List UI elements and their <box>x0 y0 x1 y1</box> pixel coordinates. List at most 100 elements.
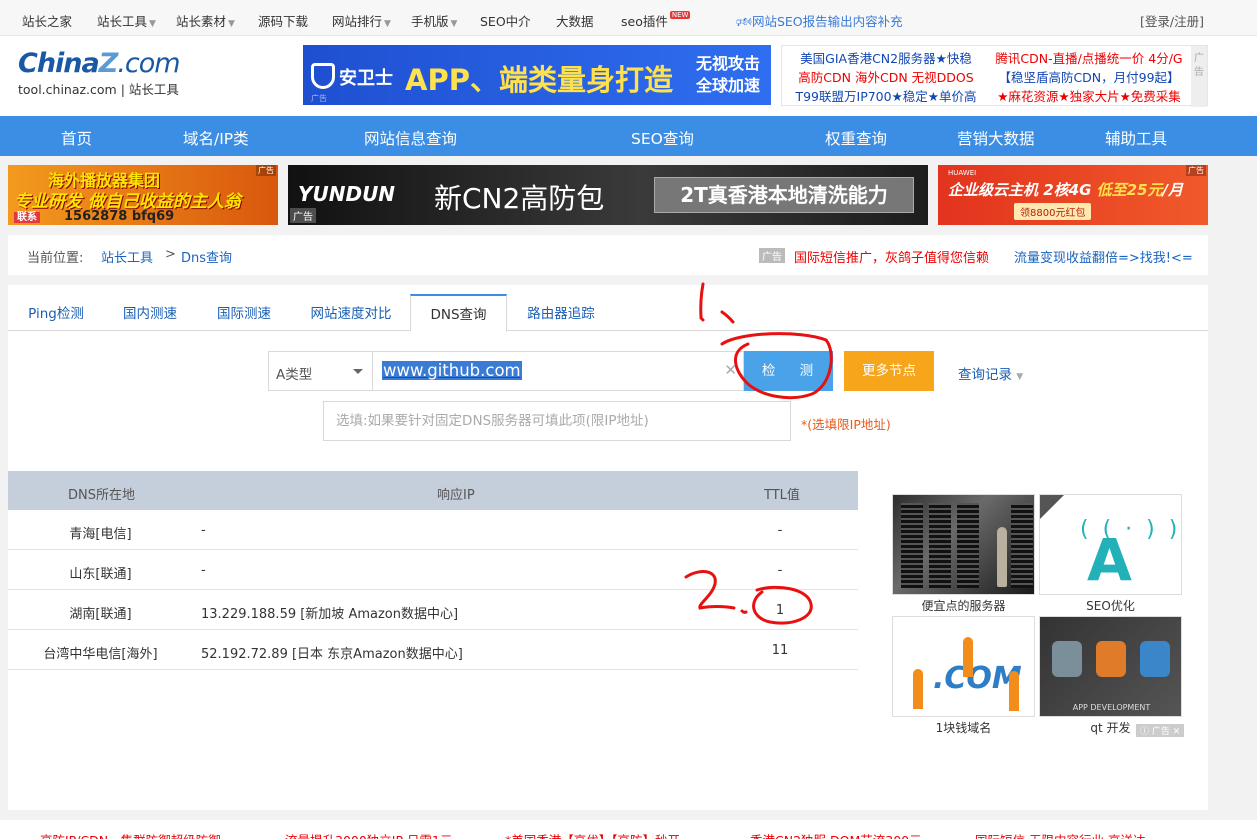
cell-ip: - <box>201 563 206 578</box>
technician-image <box>997 527 1007 587</box>
ad-tile-caption: 1块钱域名 <box>935 721 992 735</box>
table-header: DNS所在地 响应IP TTL值 <box>8 471 858 510</box>
table-row: 山东[联通] - - <box>8 550 858 590</box>
record-type-select[interactable]: A类型 <box>268 351 373 391</box>
clear-icon[interactable]: ✕ <box>724 361 737 379</box>
cell-location: 山东[联通] <box>69 567 132 582</box>
cell-ttl: - <box>777 563 783 578</box>
banner-badge: 联系 <box>14 212 40 223</box>
banner-ad-huawei[interactable]: HUAWEI 企业级云主机 2核4G 低至25元/月 领8800元红包 广告 <box>938 165 1208 225</box>
header-banner-ad[interactable]: 安卫士 APP、端类量身打造 无视攻击 全球加速 广告 <box>303 45 771 105</box>
topbar-link-mobile[interactable]: 手机版 ▼ <box>411 11 457 30</box>
cell-ttl: - <box>777 523 783 538</box>
text-ad-link[interactable]: 美国GIA香港CN2服务器★快稳 <box>786 49 986 68</box>
bottom-ad-link[interactable]: *美国香港【高优】【高防】秒开 <box>505 830 680 839</box>
ad-tile-domain[interactable]: .COM <box>892 616 1035 717</box>
topbar-link-seo-agent[interactable]: SEO中介 <box>480 11 531 30</box>
tab-traceroute[interactable]: 路由器追踪 <box>507 294 615 331</box>
text-ad-link[interactable]: 高防CDN 海外CDN 无视DDOS <box>786 68 986 87</box>
figure-image <box>913 669 923 709</box>
text-ad-link[interactable]: T99联盟万IP700★稳定★单价高 <box>786 87 986 106</box>
nav-item-domain-ip[interactable]: 域名/IP类 <box>183 127 249 149</box>
site-header: ChinaZ.com tool.chinaz.com | 站长工具 安卫士 AP… <box>0 36 1257 116</box>
server-rack-image <box>929 503 951 588</box>
bottom-ad-link[interactable]: 国际短信 无限内容行业 高送达 <box>975 830 1145 839</box>
tab-domestic-speed[interactable]: 国内测速 <box>104 294 196 331</box>
topbar-link-rank[interactable]: 网站排行 ▼ <box>332 11 391 30</box>
topbar-link-tools-label: 站长工具 <box>97 14 148 29</box>
topbar-link-home[interactable]: 站长之家 <box>22 11 72 30</box>
app-development-text: APP DEVELOPMENT <box>1072 703 1151 712</box>
nav-item-tools[interactable]: 辅助工具 <box>1105 127 1167 149</box>
header-text-ads: 美国GIA香港CN2服务器★快稳 高防CDN 海外CDN 无视DDOS T99联… <box>781 45 1208 107</box>
topbar-link-source[interactable]: 源码下载 <box>258 11 308 30</box>
ad-brand: 安卫士 <box>339 68 393 89</box>
chevron-down-icon: ▼ <box>450 19 458 29</box>
record-type-value: A类型 <box>276 367 313 383</box>
text-ad-link[interactable]: ★麻花资源★独家大片★免费采集 <box>989 87 1189 106</box>
tool-tabs: Ping检测 国内测速 国际测速 网站速度对比 DNS查询 路由器追踪 <box>8 294 1208 332</box>
tab-speed-compare[interactable]: 网站速度对比 <box>292 294 410 331</box>
breadcrumb-link-dns[interactable]: Dns查询 <box>181 247 232 266</box>
chevron-down-icon: ▼ <box>384 19 391 29</box>
nav-item-weight[interactable]: 权重查询 <box>825 127 887 149</box>
yundun-logo: YUNDUN <box>298 182 396 206</box>
header-response-ip: 响应IP <box>437 488 475 503</box>
banner-headline: 新CN2高防包 <box>434 182 605 215</box>
new-badge: NEW <box>669 11 691 19</box>
banner-ad-player[interactable]: 海外播放器集团 专业研发 做自己收益的主人翁 联系 1562878 bfq69 广… <box>8 165 278 225</box>
text-ad-link[interactable]: 【稳坚盾高防CDN，月付99起】 <box>989 68 1189 87</box>
topbar-link-seo-plugin[interactable]: seo插件 NEW <box>621 11 691 30</box>
chevron-down-icon: ▼ <box>149 19 156 29</box>
login-register-link[interactable]: [登录/注册] <box>1140 11 1204 30</box>
breadcrumb-ad-monetize[interactable]: 流量变现收益翻倍=>找我!<= <box>1014 247 1193 266</box>
dns-server-input[interactable] <box>324 402 790 440</box>
breadcrumb-link-tools[interactable]: 站长工具 <box>101 247 153 266</box>
topbar-link-assets-label: 站长素材 <box>176 14 227 29</box>
nav-item-seo[interactable]: SEO查询 <box>631 127 694 149</box>
chinaz-logo[interactable]: ChinaZ.com tool.chinaz.com | 站长工具 <box>18 48 181 98</box>
bottom-ad-link[interactable]: 流量提升3000独立IP 日需1元 <box>285 830 452 839</box>
tab-intl-speed[interactable]: 国际测速 <box>196 294 292 331</box>
tab-ping[interactable]: Ping检测 <box>8 294 104 331</box>
table-row: 湖南[联通] 13.229.188.59 [新加坡 Amazon数据中心] 1 <box>8 590 858 630</box>
logo-subtitle: tool.chinaz.com | 站长工具 <box>18 82 179 97</box>
banner-headline-b: 低至25元 <box>1096 181 1163 199</box>
topbar-link-bigdata[interactable]: 大数据 <box>556 11 594 30</box>
ad-tag: 广告 <box>759 248 785 263</box>
bottom-ad-link[interactable]: 高防IP/CDN，集群防御超级防御 <box>40 830 221 839</box>
bottom-ad-link[interactable]: 香港CN2独服 DOM节流300元 <box>750 830 922 839</box>
ad-tile-server[interactable] <box>892 494 1035 595</box>
banner-ad-yundun[interactable]: YUNDUN 新CN2高防包 2T真香港本地清洗能力 广告 <box>288 165 928 225</box>
breadcrumb-ad-sms[interactable]: 国际短信推广，灰鸽子值得您信赖 <box>794 247 989 266</box>
topbar-link-tools[interactable]: 站长工具 ▼ <box>97 11 156 30</box>
more-nodes-button[interactable]: 更多节点 <box>844 351 934 391</box>
main-nav: 首页 域名/IP类 网站信息查询 SEO查询 权重查询 营销大数据 辅助工具 <box>0 116 1257 156</box>
ad-tile-qt[interactable]: APP DEVELOPMENT <box>1039 616 1182 717</box>
ad-tile-caption: 便宜点的服务器 <box>921 599 1006 613</box>
logo-main-text: China <box>18 48 100 79</box>
logo-z-text: Z <box>98 48 119 79</box>
ad-tag: 广告 <box>1191 46 1207 107</box>
detect-button[interactable]: 检 测 <box>744 351 833 391</box>
app-badge-icon <box>1096 641 1126 677</box>
breadcrumb-separator: > <box>165 247 176 262</box>
tab-dns-query[interactable]: DNS查询 <box>410 294 507 332</box>
text-ad-link[interactable]: 腾讯CDN-直播/点播统一价 4分/G <box>989 49 1189 68</box>
nav-item-site-info[interactable]: 网站信息查询 <box>364 127 457 149</box>
ad-tag: ⓘ 广告 ✕ <box>1136 724 1185 737</box>
nav-item-home[interactable]: 首页 <box>61 127 92 149</box>
ad-tile-seo[interactable]: A ((·)) <box>1039 494 1182 595</box>
query-history-dropdown[interactable]: 查询记录 ▼ <box>958 363 1023 383</box>
nav-item-bigdata[interactable]: 营销大数据 <box>957 127 1035 149</box>
shield-icon <box>311 63 335 89</box>
topbar-notice[interactable]: 🕬网站SEO报告输出内容补充 <box>736 11 903 34</box>
cell-location: 台湾中华电信[海外] <box>43 647 158 662</box>
side-ad-grid: 便宜点的服务器 A ((·)) SEO优化 .COM 1块钱域名 APP DEV… <box>866 471 1208 761</box>
huawei-logo: HUAWEI <box>948 169 977 177</box>
ad-subline: 无视攻击 全球加速 <box>696 53 760 97</box>
close-icon[interactable]: ✕ <box>1173 727 1181 737</box>
info-icon: ⓘ <box>1140 727 1152 737</box>
topbar-link-assets[interactable]: 站长素材 ▼ <box>176 11 235 30</box>
domain-input[interactable]: www.github.com ✕ <box>373 351 744 391</box>
